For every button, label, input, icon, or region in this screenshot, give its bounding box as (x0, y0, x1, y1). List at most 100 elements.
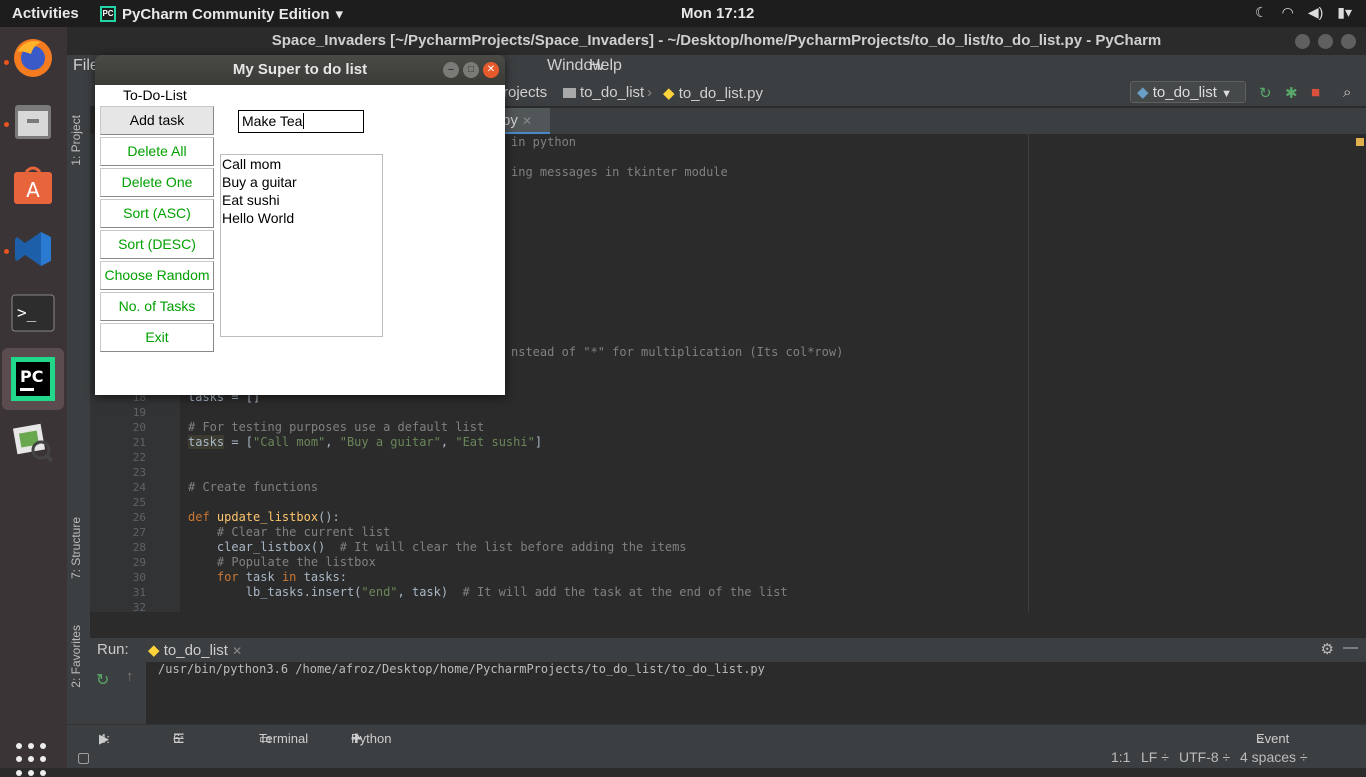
close-tab-icon[interactable]: ✕ (522, 114, 532, 128)
code-line: # Clear the current list (188, 525, 391, 539)
svg-text:A: A (26, 178, 40, 202)
panel-toggle-icon[interactable]: ▢ (77, 749, 90, 766)
todo-app-window: My Super to do list – □ ✕ To-Do-List Add… (95, 55, 505, 395)
image-viewer-icon[interactable] (8, 417, 58, 467)
python-file-icon: ◆ (663, 85, 675, 102)
ubuntu-dock: A >_ PC (0, 27, 67, 776)
folder-icon (563, 88, 576, 99)
files-icon[interactable] (8, 97, 58, 147)
todo-window-title: My Super to do list (232, 61, 368, 78)
task-input[interactable]: Make Tea (238, 110, 364, 133)
software-center-icon[interactable]: A (8, 160, 58, 210)
pycharm-dock-icon[interactable]: PC (2, 348, 64, 410)
line-number: 20 (132, 421, 146, 434)
stop-icon[interactable]: ■ (1311, 84, 1320, 101)
code-line: # Populate the listbox (188, 555, 376, 569)
search-icon[interactable]: ⌕ (1343, 84, 1351, 101)
delete-one-button[interactable]: Delete One (100, 168, 214, 197)
window-title: Space_Invaders [~/PycharmProjects/Space_… (271, 32, 1162, 49)
breadcrumb-project[interactable]: rojects (503, 84, 547, 101)
line-number: 25 (132, 496, 146, 509)
code-line: lb_tasks.insert("end", task) # It will a… (188, 585, 788, 599)
run-config-label: to_do_list (1152, 84, 1217, 101)
code-fragment: ing messages in tkinter module (511, 165, 728, 179)
firefox-icon[interactable] (8, 33, 58, 83)
code-line: # For testing purposes use a default lis… (188, 420, 485, 434)
list-item[interactable]: Hello World (222, 209, 381, 227)
tasks-listbox[interactable]: Call mom Buy a guitar Eat sushi Hello Wo… (220, 154, 383, 337)
up-arrow-icon[interactable]: ↑ (126, 668, 134, 685)
clock[interactable]: Mon 17:12 (681, 5, 754, 22)
close-tab-icon[interactable]: ✕ (232, 644, 242, 658)
svg-text:PC: PC (20, 367, 43, 386)
debug-icon[interactable]: ✱ (1285, 84, 1298, 102)
close-icon[interactable]: ✕ (483, 62, 499, 78)
line-separator[interactable]: LF ÷ (1141, 749, 1169, 765)
todo-window-titlebar[interactable]: My Super to do list – □ ✕ (95, 55, 505, 85)
rerun-icon[interactable]: ↻ (96, 670, 109, 690)
gnome-top-bar: Activities PC PyCharm Community Edition … (0, 0, 1366, 27)
line-number: 28 (132, 541, 146, 554)
vscode-icon[interactable] (8, 224, 58, 274)
list-item[interactable]: Call mom (222, 155, 381, 173)
favorites-tool-tab[interactable]: 2: Favorites (69, 625, 83, 688)
code-line: def update_listbox(): (188, 510, 340, 524)
run-label: Run: (97, 641, 129, 658)
sort-asc-button[interactable]: Sort (ASC) (100, 199, 214, 228)
breadcrumb-file[interactable]: ◆ to_do_list.py (663, 84, 763, 102)
caret-position[interactable]: 1:1 (1111, 749, 1130, 765)
python-icon: ◆ (1137, 84, 1149, 101)
breadcrumb-folder[interactable]: to_do_list (563, 84, 644, 101)
line-number: 27 (132, 526, 146, 539)
breadcrumb-separator-icon: › (647, 84, 652, 101)
editor-tab[interactable]: py ✕ (498, 108, 550, 134)
line-number: 23 (132, 466, 146, 479)
close-icon[interactable] (1341, 34, 1356, 49)
file-encoding[interactable]: UTF-8 ÷ (1179, 749, 1230, 765)
line-number: 22 (132, 451, 146, 464)
settings-icon[interactable]: ⚙ (1321, 640, 1334, 658)
chevron-down-icon: ▼ (1221, 88, 1232, 100)
menu-help[interactable]: Help (589, 57, 622, 75)
run-tab[interactable]: ◆ to_do_list ✕ (148, 641, 242, 659)
line-number: 29 (132, 556, 146, 569)
minimize-icon[interactable]: – (443, 62, 459, 78)
maximize-icon[interactable] (1318, 34, 1333, 49)
indent-setting[interactable]: 4 spaces ÷ (1240, 749, 1308, 765)
hide-panel-icon[interactable]: — (1343, 639, 1358, 656)
maximize-icon[interactable]: □ (463, 62, 479, 78)
terminal-icon[interactable]: >_ (8, 288, 58, 338)
wifi-icon: ◠ (1281, 4, 1294, 20)
project-tool-tab[interactable]: 1: Project (69, 115, 83, 166)
status-bar: ▢ 1:1 LF ÷ UTF-8 ÷ 4 spaces ÷ (67, 746, 1366, 768)
svg-text:>_: >_ (17, 303, 37, 322)
bottom-tool-tabs: ▶ 4: Run ☰ 6: TODO ▭ Terminal ✚ Python C… (67, 724, 1366, 761)
run-configuration-select[interactable]: ◆ to_do_list ▼ (1130, 81, 1246, 103)
text-cursor (303, 113, 305, 129)
editor-scrollbar[interactable] (1352, 134, 1366, 612)
minimize-icon[interactable] (1295, 34, 1310, 49)
choose-random-button[interactable]: Choose Random (100, 261, 214, 290)
system-tray[interactable]: ☾ ◠ ◀) ▮▾ (1255, 4, 1352, 21)
structure-tool-tab[interactable]: 7: Structure (69, 517, 83, 579)
line-number: 19 (132, 406, 146, 419)
line-number: 30 (132, 571, 146, 584)
exit-button[interactable]: Exit (100, 323, 214, 352)
window-controls (1295, 34, 1356, 49)
rerun-icon[interactable]: ↻ (1259, 84, 1272, 102)
activities-button[interactable]: Activities (12, 5, 79, 22)
inspection-indicator (1356, 138, 1364, 146)
number-of-tasks-button[interactable]: No. of Tasks (100, 292, 214, 321)
list-item[interactable]: Buy a guitar (222, 173, 381, 191)
delete-all-button[interactable]: Delete All (100, 137, 214, 166)
sort-desc-button[interactable]: Sort (DESC) (100, 230, 214, 259)
todo-header-label: To-Do-List (123, 87, 187, 103)
show-applications-icon[interactable] (16, 743, 50, 777)
code-line: for task in tasks: (188, 570, 347, 584)
pycharm-icon: PC (100, 6, 116, 22)
left-tool-strip: 1: Project 7: Structure 2: Favorites (67, 79, 90, 744)
add-task-button[interactable]: Add task (100, 106, 214, 135)
app-menu[interactable]: PC PyCharm Community Edition ▾ (100, 5, 343, 23)
list-item[interactable]: Eat sushi (222, 191, 381, 209)
todo-window-controls: – □ ✕ (443, 62, 499, 78)
